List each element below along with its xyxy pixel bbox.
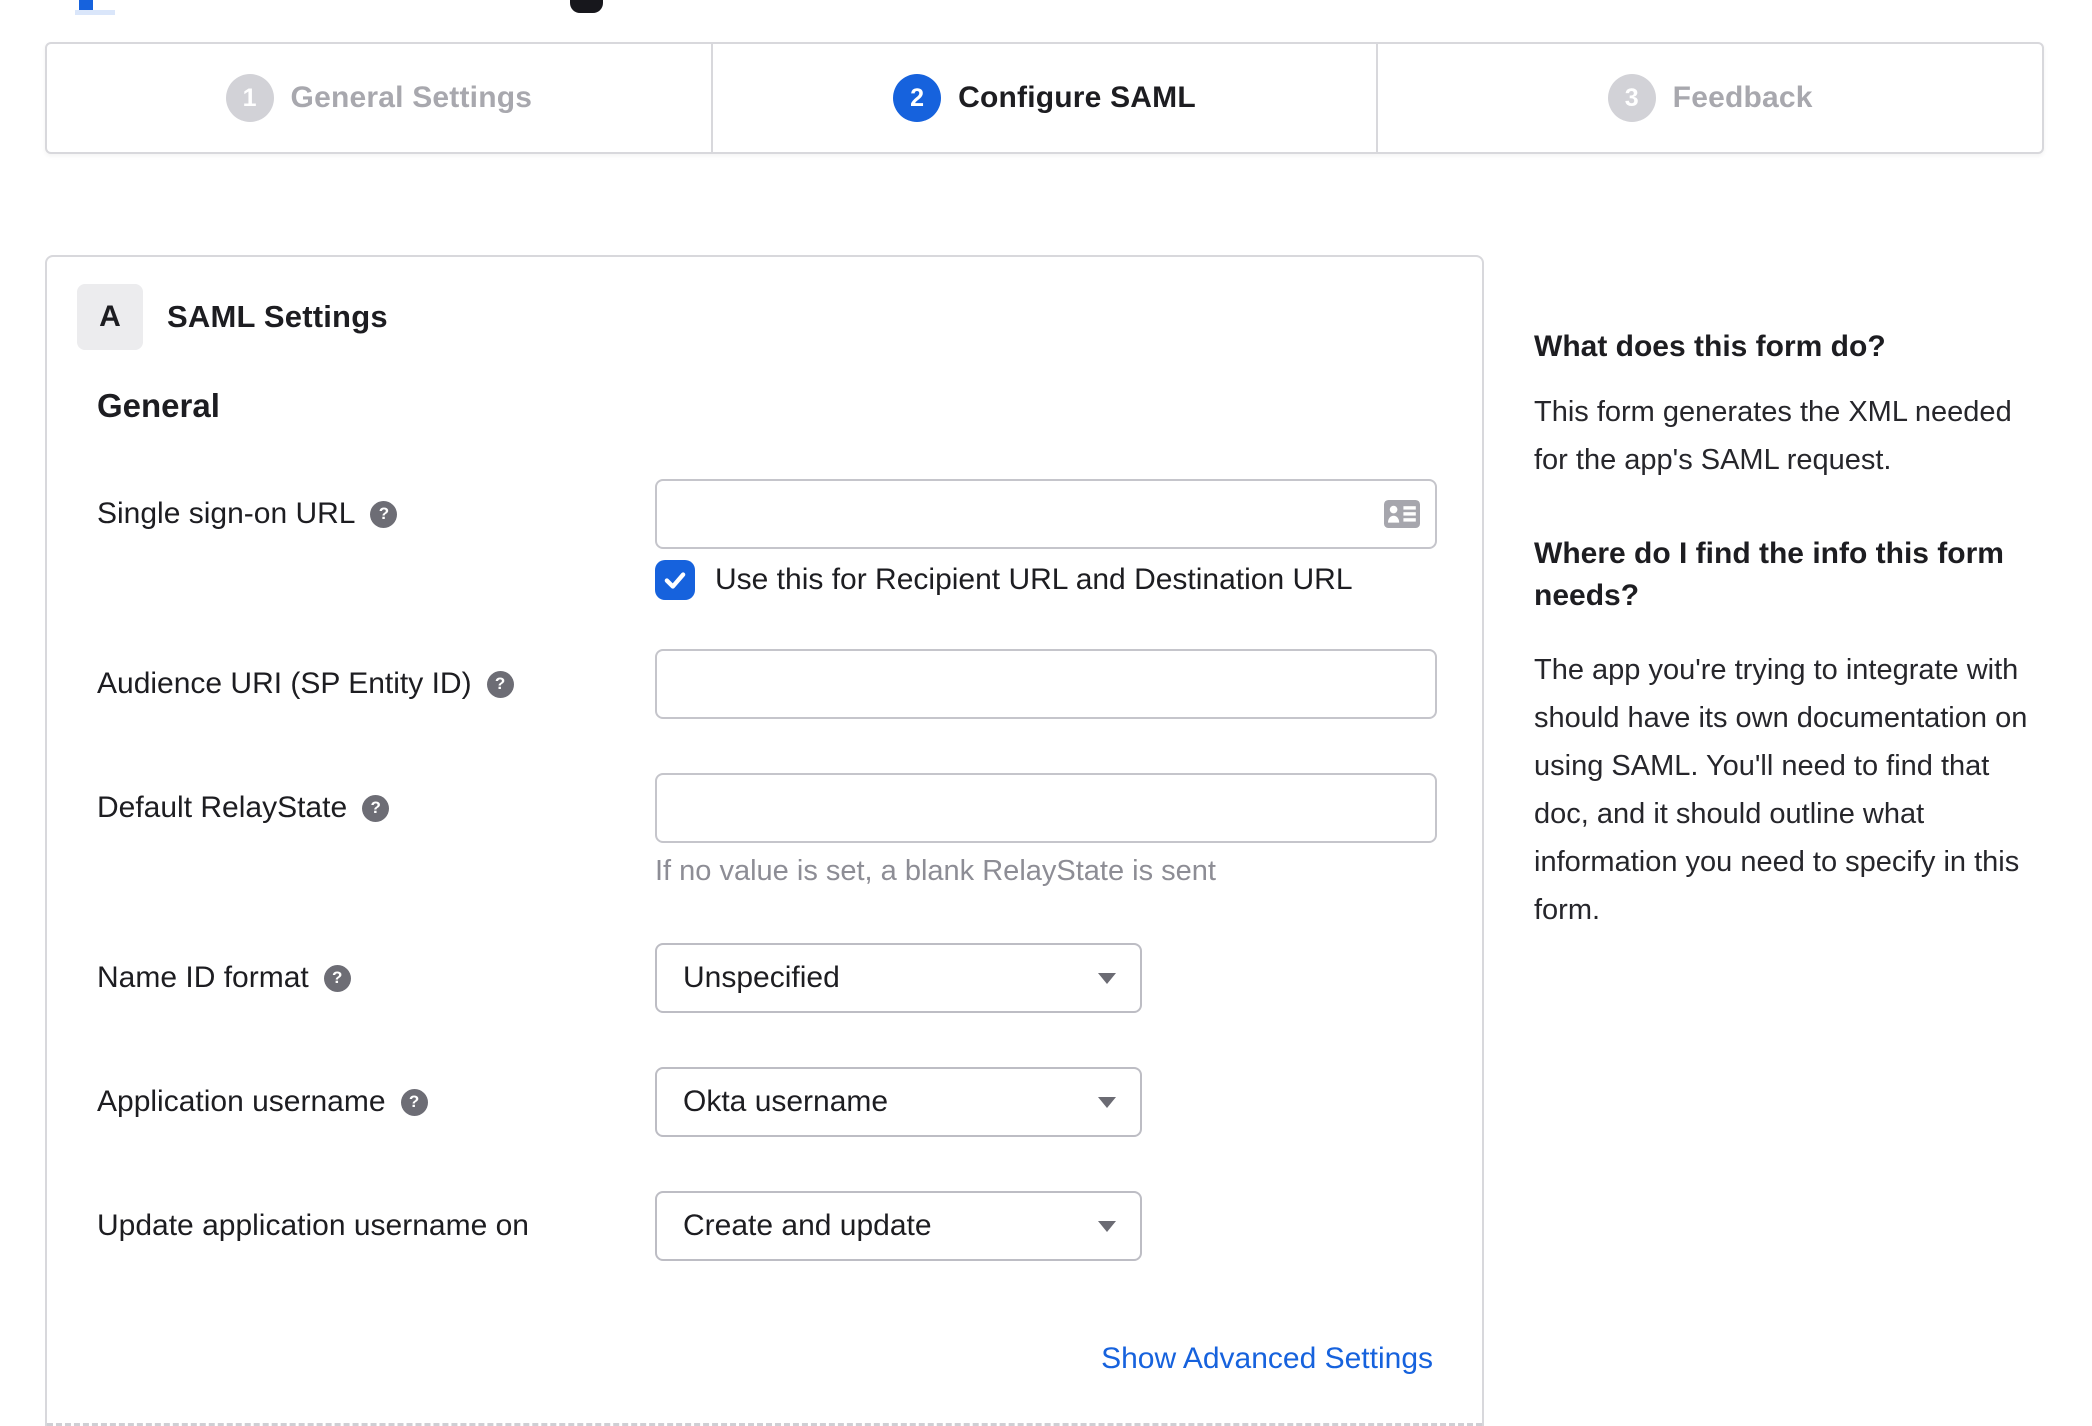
help-question-2: Where do I find the info this form needs? <box>1534 537 2004 612</box>
help-panel: What does this form do? This form genera… <box>1534 330 2039 934</box>
cropped-tab-indicator-glow <box>75 10 115 15</box>
app-username-select[interactable]: Okta username <box>655 1067 1142 1137</box>
sso-url-input[interactable] <box>655 479 1437 549</box>
saml-settings-card: A SAML Settings General Single sign-on U… <box>45 255 1484 1426</box>
name-id-format-value: Unspecified <box>683 961 840 994</box>
update-username-label: Update application username on <box>97 1209 529 1242</box>
step-1-circle: 1 <box>225 74 274 122</box>
help-answer-2: The app you're trying to integrate with s… <box>1534 654 2028 926</box>
step-2-label: Configure SAML <box>958 81 1196 114</box>
recipient-url-checkbox[interactable] <box>655 560 695 600</box>
checkmark-icon <box>664 572 686 589</box>
relaystate-hint: If no value is set, a blank RelayState i… <box>655 855 1216 887</box>
general-section-heading: General <box>97 387 220 424</box>
step-3-circle: 3 <box>1607 74 1656 122</box>
step-general-settings[interactable]: 1 General Settings <box>47 44 711 152</box>
relaystate-input[interactable] <box>655 773 1437 843</box>
app-username-value: Okta username <box>683 1085 889 1118</box>
audience-uri-help-icon[interactable]: ? <box>486 670 514 698</box>
audience-uri-label: Audience URI (SP Entity ID) ? <box>97 664 514 704</box>
sso-url-help-icon[interactable]: ? <box>370 500 398 528</box>
chevron-down-icon <box>1098 972 1116 984</box>
show-advanced-settings-link[interactable]: Show Advanced Settings <box>1101 1342 1433 1376</box>
sso-url-label: Single sign-on URL ? <box>97 494 398 534</box>
section-a-badge: A <box>77 284 143 350</box>
chevron-down-icon <box>1098 1220 1116 1232</box>
name-id-format-help-icon[interactable]: ? <box>323 964 351 992</box>
help-answer-1: This form generates the XML needed for th… <box>1534 396 2012 476</box>
relaystate-label: Default RelayState ? <box>97 788 390 828</box>
update-username-value: Create and update <box>683 1209 932 1242</box>
cropped-app-logo <box>570 0 603 13</box>
recipient-url-checkbox-label: Use this for Recipient URL and Destinati… <box>715 563 1353 596</box>
app-username-label: Application username ? <box>97 1082 428 1122</box>
help-question-1: What does this form do? <box>1534 330 1886 363</box>
step-2-circle: 2 <box>893 74 942 122</box>
step-3-label: Feedback <box>1672 81 1813 114</box>
audience-uri-input[interactable] <box>655 649 1437 719</box>
cropped-tab-indicator <box>79 0 93 10</box>
update-username-select[interactable]: Create and update <box>655 1191 1142 1261</box>
step-configure-saml[interactable]: 2 Configure SAML <box>710 44 1377 152</box>
step-feedback[interactable]: 3 Feedback <box>1376 44 2042 152</box>
chevron-down-icon <box>1098 1096 1116 1108</box>
relaystate-help-icon[interactable]: ? <box>362 794 390 822</box>
name-id-format-label: Name ID format ? <box>97 958 351 998</box>
step-1-label: General Settings <box>290 81 533 114</box>
name-id-format-select[interactable]: Unspecified <box>655 943 1142 1013</box>
app-username-help-icon[interactable]: ? <box>400 1088 428 1116</box>
card-title: SAML Settings <box>167 299 388 334</box>
wizard-stepper: 1 General Settings 2 Configure SAML 3 Fe… <box>45 42 2044 154</box>
